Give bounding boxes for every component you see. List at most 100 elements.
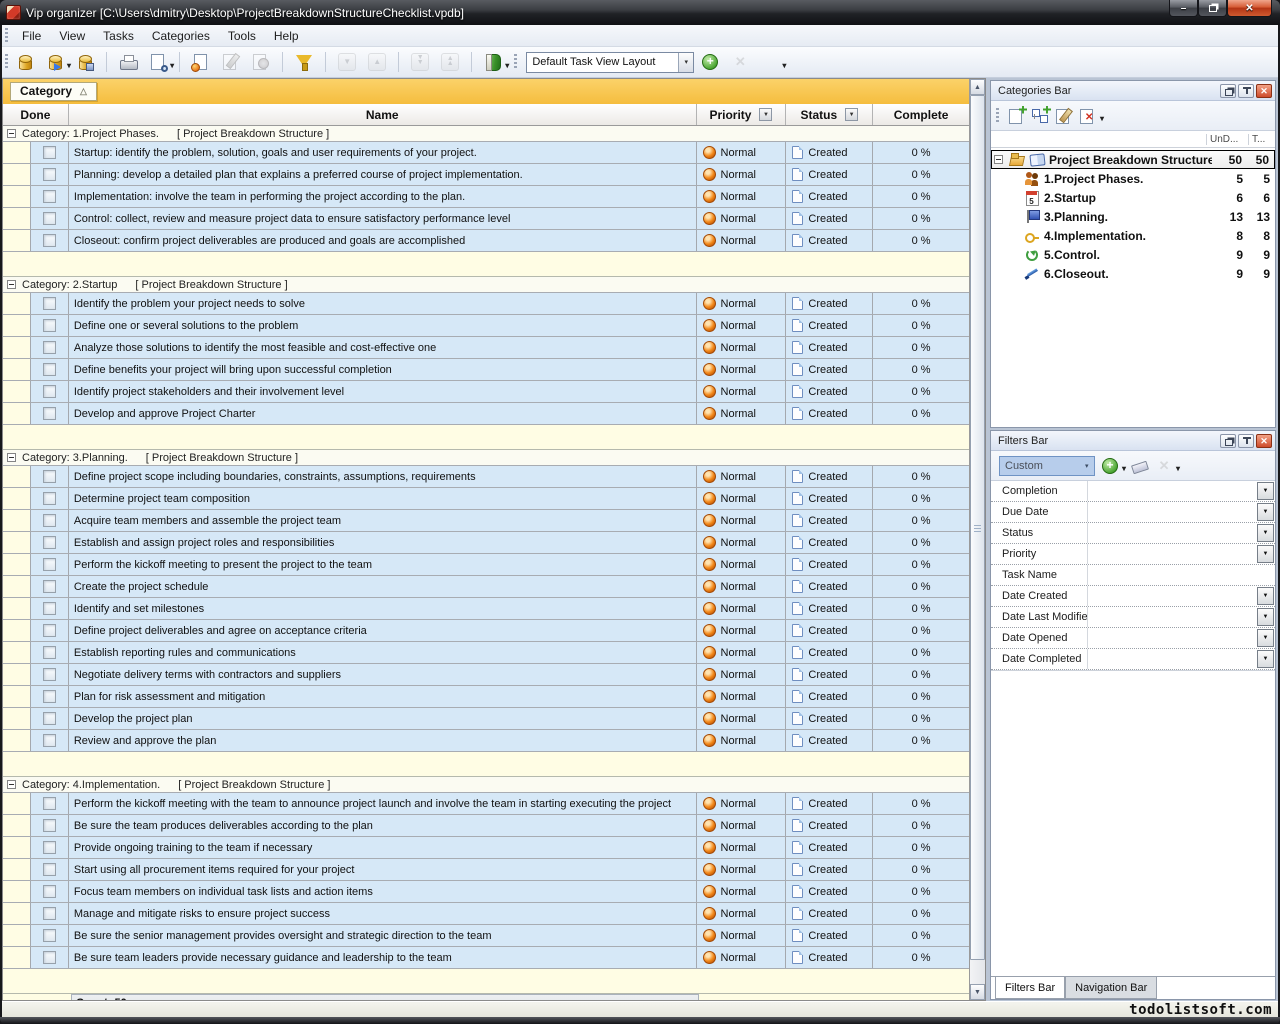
menu-item[interactable]: Tasks	[94, 26, 143, 46]
task-status-cell[interactable]: Created	[786, 642, 873, 663]
column-header-priority[interactable]: Priority ▼	[697, 104, 787, 125]
task-status-cell[interactable]: Created	[786, 881, 873, 902]
task-name-cell[interactable]: Analyze those solutions to identify the …	[69, 337, 697, 358]
menu-item[interactable]: Help	[265, 26, 308, 46]
task-priority-cell[interactable]: Normal	[697, 359, 787, 380]
toolbar-icon[interactable]	[220, 51, 242, 73]
restore-button[interactable]	[1198, 0, 1227, 17]
filter-dropdown-button[interactable]: ▼	[1257, 503, 1274, 521]
toolbar-icon[interactable]	[293, 51, 315, 73]
task-status-cell[interactable]: Created	[786, 664, 873, 685]
task-name-cell[interactable]: Define benefits your project will bring …	[69, 359, 697, 380]
done-checkbox[interactable]	[43, 863, 56, 876]
task-status-cell[interactable]: Created	[786, 359, 873, 380]
menu-item[interactable]: Tools	[219, 26, 265, 46]
done-checkbox[interactable]	[43, 841, 56, 854]
task-row[interactable]: Create the project schedule Normal	[3, 576, 969, 598]
task-priority-cell[interactable]: Normal	[697, 642, 787, 663]
task-name-cell[interactable]: Be sure the team produces deliverables a…	[69, 815, 697, 836]
scroll-up-icon[interactable]: ▲	[970, 79, 985, 95]
task-row[interactable]: Establish reporting rules and communicat…	[3, 642, 969, 664]
combo-dropdown-icon[interactable]: ▾	[678, 53, 693, 72]
task-priority-cell[interactable]: Normal	[697, 164, 787, 185]
task-priority-cell[interactable]: Normal	[697, 510, 787, 531]
filter-value-cell[interactable]	[1088, 628, 1257, 648]
task-name-cell[interactable]: Establish and assign project roles and r…	[69, 532, 697, 553]
done-checkbox[interactable]	[43, 470, 56, 483]
category-group-row[interactable]: Category: 1.Project Phases. [ Project Br…	[3, 126, 969, 142]
task-status-cell[interactable]: Created	[786, 381, 873, 402]
task-status-cell[interactable]: Created	[786, 903, 873, 924]
toolbar-icon[interactable]	[179, 52, 180, 72]
task-name-cell[interactable]: Manage and mitigate risks to ensure proj…	[69, 903, 697, 924]
task-status-cell[interactable]: Created	[786, 598, 873, 619]
panel-tab[interactable]: Navigation Bar	[1065, 977, 1157, 999]
task-row[interactable]: Identify project stakeholders and their …	[3, 381, 969, 403]
task-priority-cell[interactable]: Normal	[697, 837, 787, 858]
task-priority-cell[interactable]: Normal	[697, 815, 787, 836]
filter-preset-combo[interactable]: Custom ▾	[999, 456, 1095, 476]
menu-item[interactable]: View	[50, 26, 94, 46]
edit-category-icon[interactable]	[1053, 105, 1075, 127]
task-priority-cell[interactable]: Normal	[697, 554, 787, 575]
task-priority-cell[interactable]: Normal	[697, 708, 787, 729]
task-name-cell[interactable]: Planning: develop a detailed plan that e…	[69, 164, 697, 185]
vertical-scrollbar[interactable]: ▲ ▼	[969, 79, 985, 1000]
panel-restore-button[interactable]	[1220, 434, 1236, 448]
toolbar-icon[interactable]	[117, 51, 139, 73]
task-name-cell[interactable]: Be sure the senior management provides o…	[69, 925, 697, 946]
task-priority-cell[interactable]: Normal	[697, 730, 787, 751]
task-complete-cell[interactable]: 0 %	[873, 708, 969, 729]
tree-category-item[interactable]: 6.Closeout. 9 9	[991, 264, 1275, 283]
done-checkbox[interactable]	[43, 929, 56, 942]
toolbar-icon[interactable]	[44, 51, 66, 73]
task-priority-cell[interactable]: Normal	[697, 337, 787, 358]
task-complete-cell[interactable]: 0 %	[873, 925, 969, 946]
task-name-cell[interactable]: Negotiate delivery terms with contractor…	[69, 664, 697, 685]
toolbar-icon[interactable]	[190, 51, 212, 73]
task-status-cell[interactable]: Created	[786, 708, 873, 729]
task-priority-cell[interactable]: Normal	[697, 620, 787, 641]
task-row[interactable]: Define project scope including boundarie…	[3, 466, 969, 488]
task-name-cell[interactable]: Define project deliverables and agree on…	[69, 620, 697, 641]
task-row[interactable]: Identify the problem your project needs …	[3, 293, 969, 315]
task-status-cell[interactable]: Created	[786, 488, 873, 509]
column-header-status[interactable]: Status ▼	[786, 104, 873, 125]
task-row[interactable]: Review and approve the plan Normal	[3, 730, 969, 752]
task-name-cell[interactable]: Define one or several solutions to the p…	[69, 315, 697, 336]
task-name-cell[interactable]: Review and approve the plan	[69, 730, 697, 751]
filter-value-cell[interactable]	[1088, 607, 1257, 627]
task-row[interactable]: Focus team members on individual task li…	[3, 881, 969, 903]
task-status-cell[interactable]: Created	[786, 532, 873, 553]
eraser-icon[interactable]	[1129, 455, 1151, 477]
done-checkbox[interactable]	[43, 297, 56, 310]
dropdown-caret-icon[interactable]: ▾	[505, 61, 509, 70]
task-name-cell[interactable]: Define project scope including boundarie…	[69, 466, 697, 487]
panel-pin-button[interactable]	[1238, 434, 1254, 448]
task-status-cell[interactable]: Created	[786, 859, 873, 880]
task-priority-cell[interactable]: Normal	[697, 598, 787, 619]
task-row[interactable]: Closeout: confirm project deliverables a…	[3, 230, 969, 252]
toolbar-icon[interactable]	[106, 52, 107, 72]
toolbar-icon[interactable]	[471, 52, 472, 72]
tree-category-item[interactable]: 1.Project Phases. 5 5	[991, 169, 1275, 188]
task-complete-cell[interactable]: 0 %	[873, 466, 969, 487]
task-row[interactable]: Identify and set milestones Normal	[3, 598, 969, 620]
done-checkbox[interactable]	[43, 536, 56, 549]
task-row[interactable]: Startup: identify the problem, solution,…	[3, 142, 969, 164]
task-priority-cell[interactable]: Normal	[697, 381, 787, 402]
filter-dropdown-button[interactable]: ▼	[1257, 629, 1274, 647]
task-row[interactable]: Perform the kickoff meeting with the tea…	[3, 793, 969, 815]
task-status-cell[interactable]: Created	[786, 576, 873, 597]
task-complete-cell[interactable]: 0 %	[873, 598, 969, 619]
task-priority-cell[interactable]: Normal	[697, 859, 787, 880]
task-name-cell[interactable]: Acquire team members and assemble the pr…	[69, 510, 697, 531]
task-name-cell[interactable]: Focus team members on individual task li…	[69, 881, 697, 902]
task-status-cell[interactable]: Created	[786, 337, 873, 358]
done-checkbox[interactable]	[43, 146, 56, 159]
done-checkbox[interactable]	[43, 190, 56, 203]
task-priority-cell[interactable]: Normal	[697, 208, 787, 229]
done-checkbox[interactable]	[43, 624, 56, 637]
collapse-icon[interactable]	[7, 453, 16, 462]
task-name-cell[interactable]: Create the project schedule	[69, 576, 697, 597]
